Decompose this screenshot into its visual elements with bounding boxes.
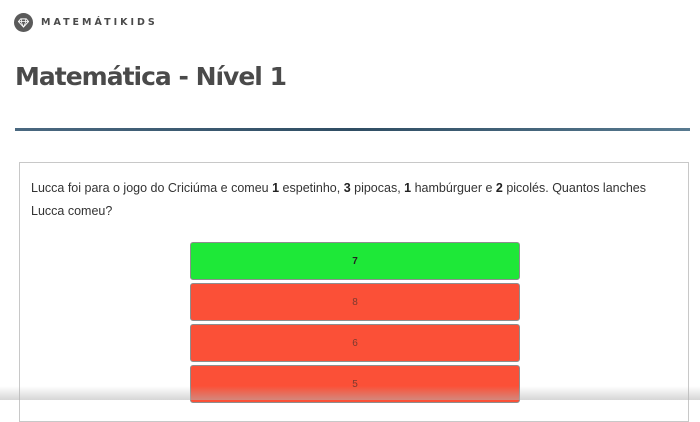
question-text-segment: hambúrguer e — [411, 181, 496, 195]
answer-option-button[interactable]: 6 — [190, 324, 520, 362]
question-text: Lucca foi para o jogo do Criciúma e come… — [31, 177, 681, 223]
question-text-segment: pipocas, — [351, 181, 405, 195]
page-title: Matemática - Nível 1 — [15, 62, 286, 91]
app-header: MATEMÁTIKIDS — [14, 12, 158, 32]
diamond-icon[interactable] — [14, 13, 33, 32]
question-text-segment: Lucca foi para o jogo do Criciúma e come… — [31, 181, 272, 195]
question-card: Lucca foi para o jogo do Criciúma e come… — [19, 162, 689, 422]
answer-list: 7 8 6 5 — [190, 242, 520, 406]
question-number: 3 — [344, 181, 351, 195]
question-text-segment: espetinho, — [279, 181, 344, 195]
answer-option-button[interactable]: 5 — [190, 365, 520, 403]
brand-name[interactable]: MATEMÁTIKIDS — [41, 17, 158, 28]
answer-option-button[interactable]: 7 — [190, 242, 520, 280]
question-number: 2 — [496, 181, 503, 195]
answer-option-button[interactable]: 8 — [190, 283, 520, 321]
title-divider — [15, 128, 690, 131]
